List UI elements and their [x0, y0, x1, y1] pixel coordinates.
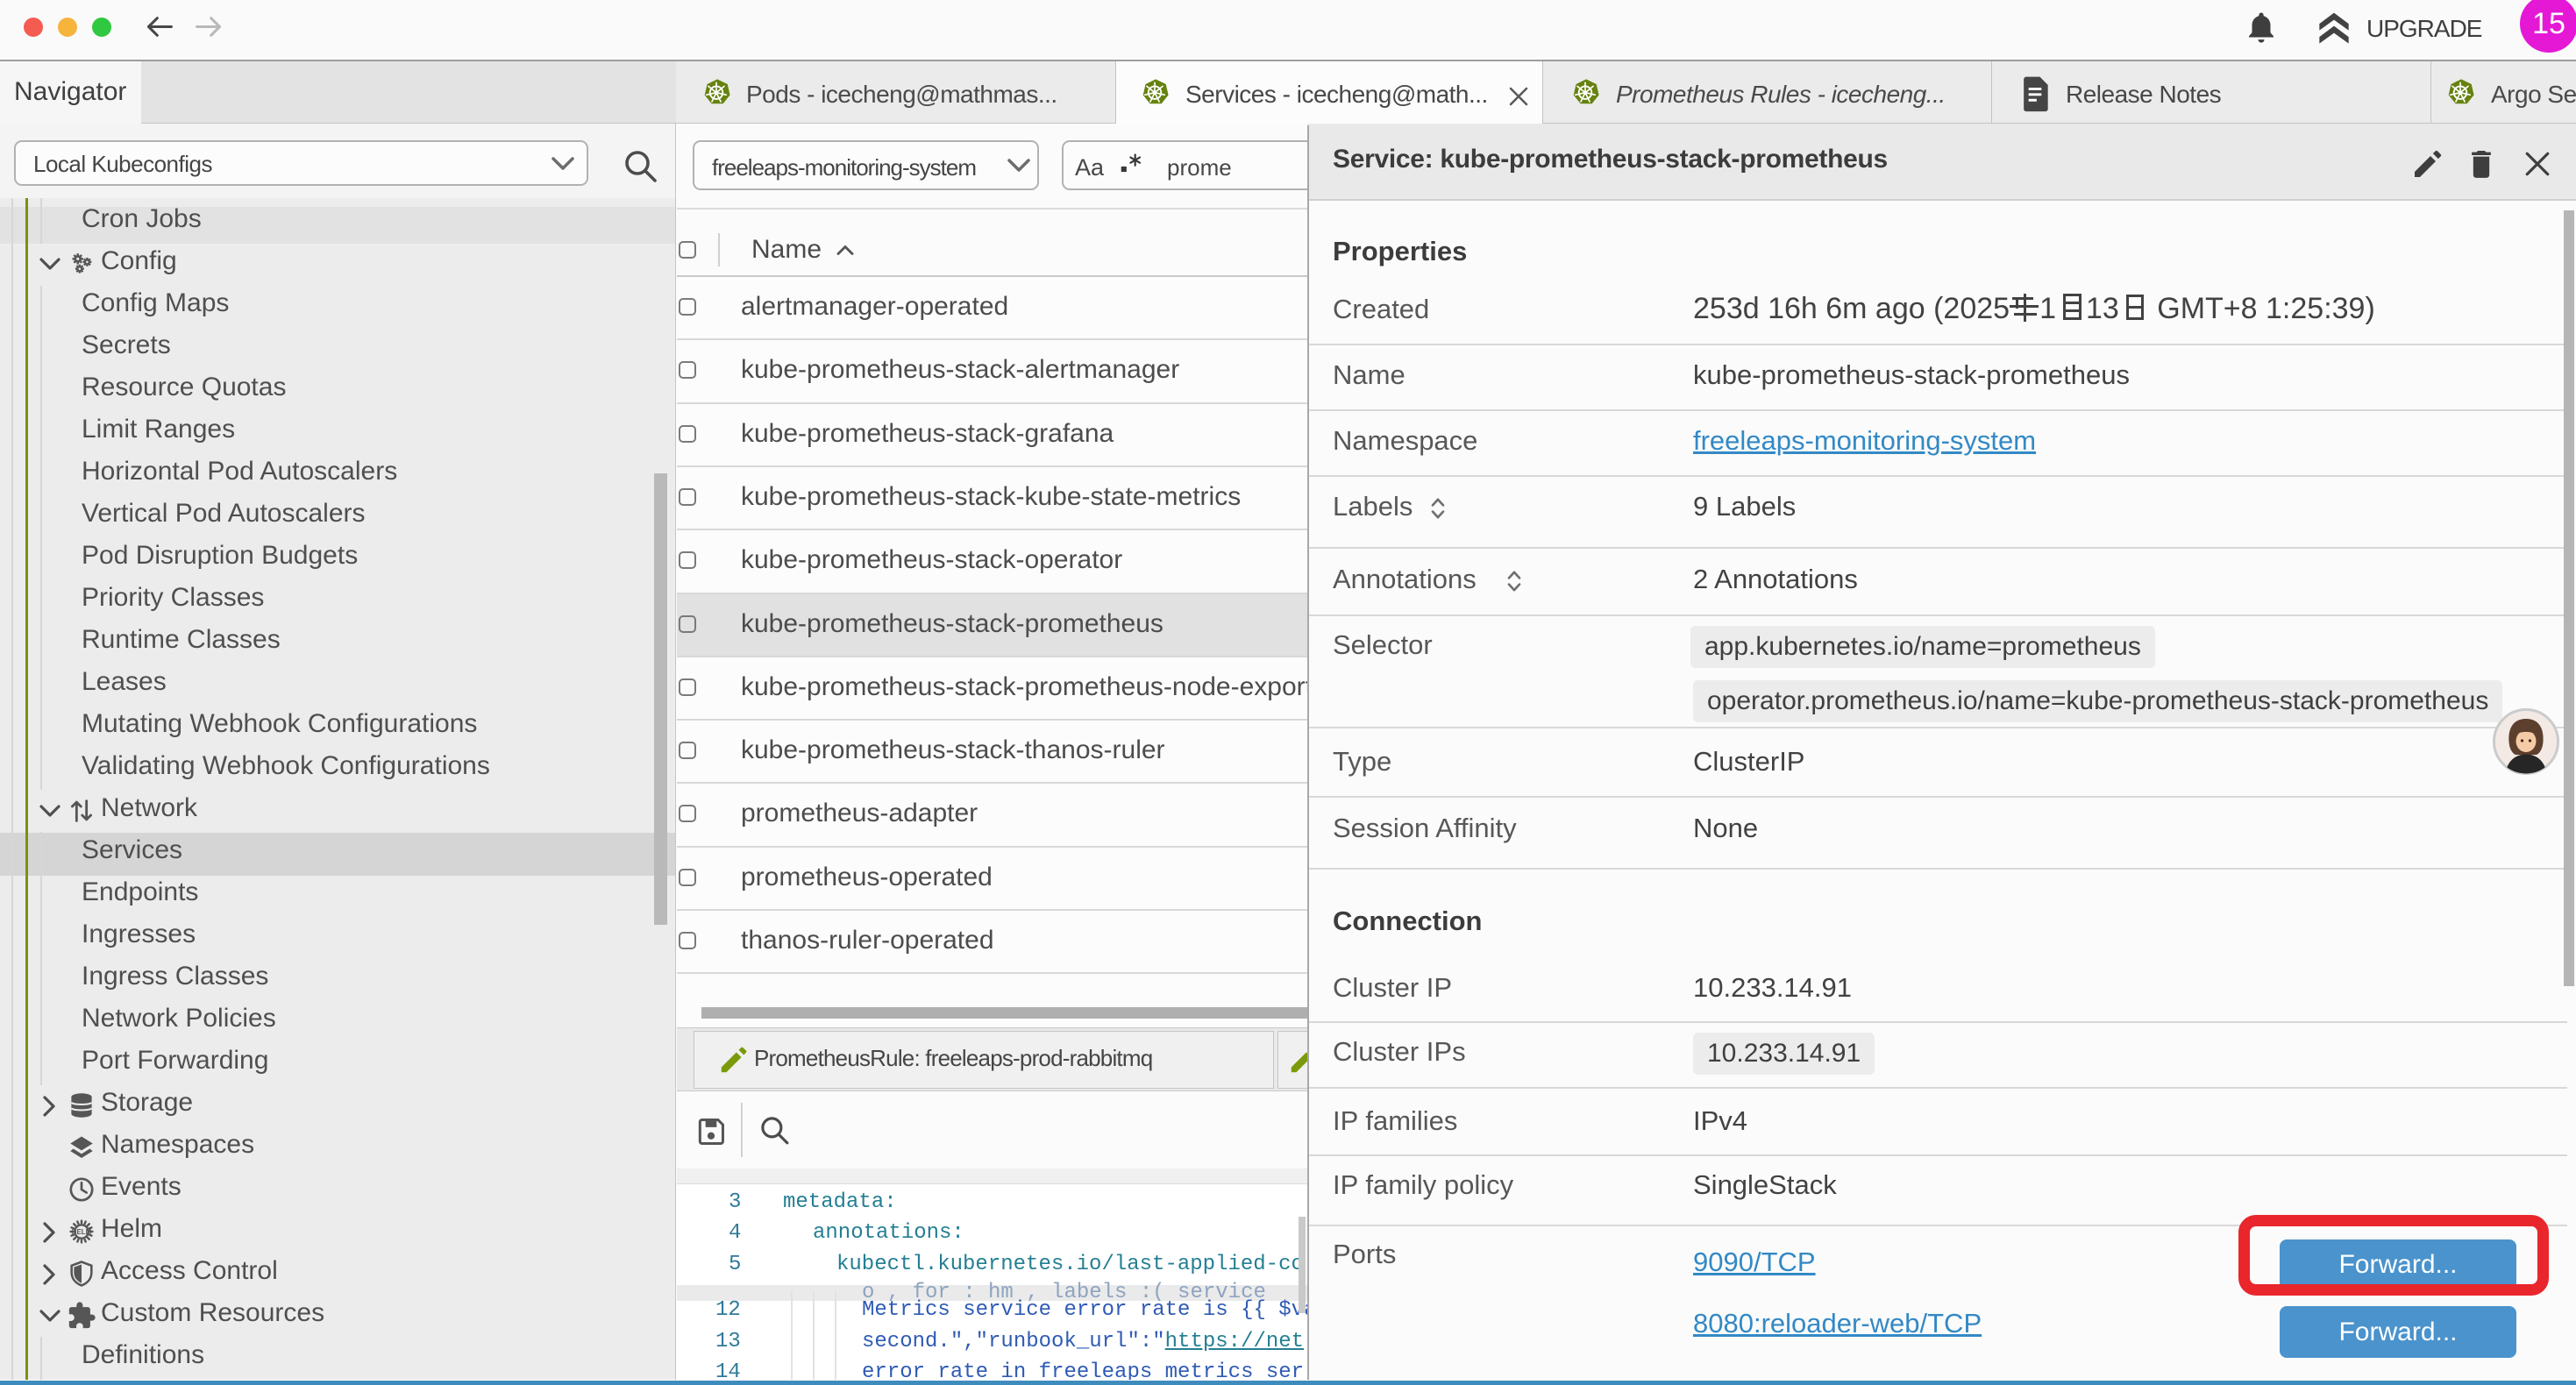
svg-text:HELM: HELM: [72, 1228, 92, 1236]
